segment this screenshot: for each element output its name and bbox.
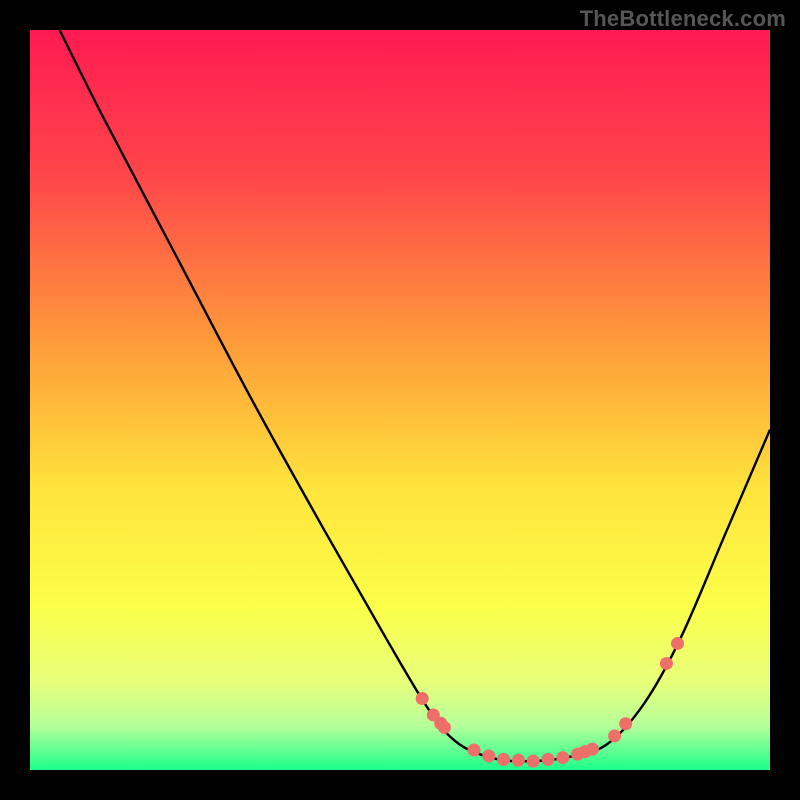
highlight-dot xyxy=(586,743,599,756)
attribution-text: TheBottleneck.com xyxy=(580,6,786,32)
highlight-dot xyxy=(671,637,684,650)
highlight-dot xyxy=(660,657,673,670)
highlight-dot xyxy=(556,751,569,764)
highlight-dot xyxy=(482,749,495,762)
highlight-dot xyxy=(608,729,621,742)
highlight-dot xyxy=(527,755,540,768)
highlight-dot xyxy=(542,753,555,766)
chart-svg xyxy=(30,30,770,770)
highlight-dot xyxy=(497,753,510,766)
highlight-dot xyxy=(512,754,525,767)
chart-frame: TheBottleneck.com xyxy=(0,0,800,800)
highlight-dot xyxy=(438,721,451,734)
highlight-dot xyxy=(619,717,632,730)
highlight-dot xyxy=(416,692,429,705)
chart-plot-area xyxy=(30,30,770,770)
chart-background xyxy=(30,30,770,770)
highlight-dot xyxy=(468,744,481,757)
